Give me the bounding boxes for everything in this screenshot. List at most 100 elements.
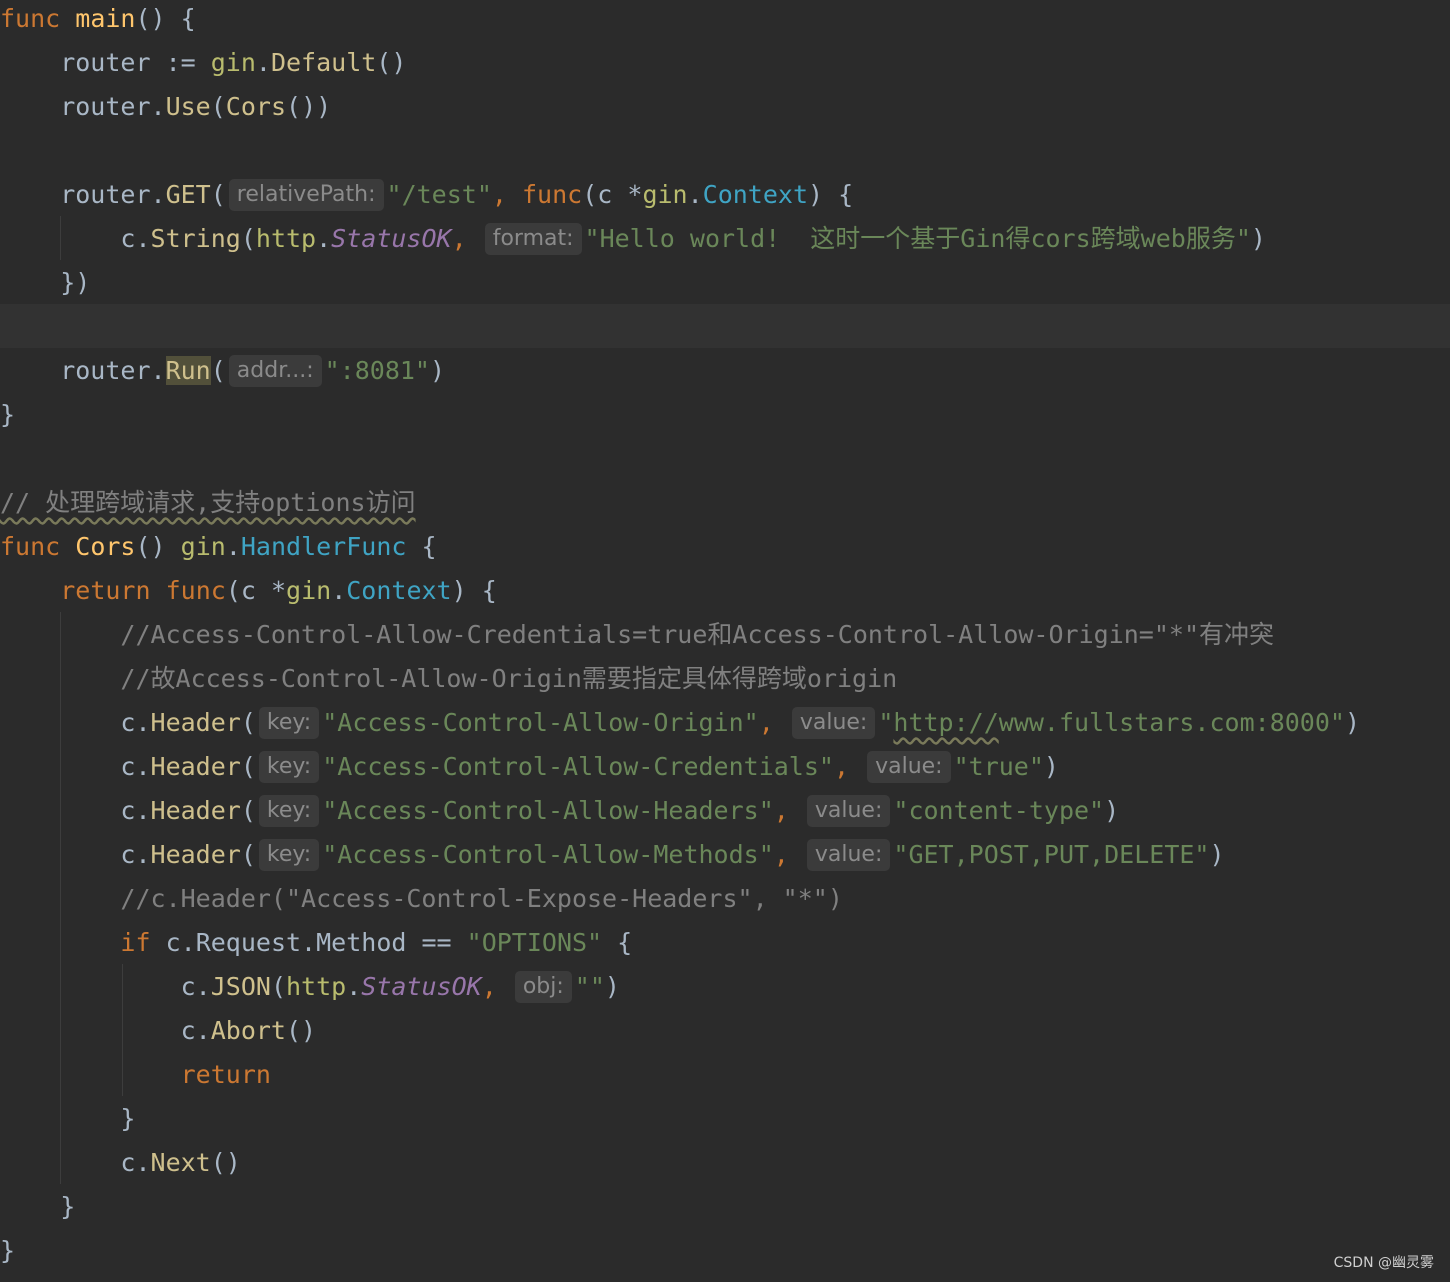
- code-line[interactable]: c.Header(key: "Access-Control-Allow-Origi…: [0, 701, 1450, 745]
- code-line[interactable]: c.String(http.StatusOK, format: "Hello wo…: [0, 217, 1450, 261]
- parameter-hint: value:: [806, 795, 891, 827]
- method-call: String: [150, 224, 241, 253]
- current-line-highlight: [0, 304, 1450, 348]
- code-text: .: [301, 928, 317, 957]
- method-call: Default: [270, 48, 377, 77]
- code-line[interactable]: c.Header(key: "Access-Control-Allow-Crede…: [0, 745, 1450, 789]
- parameter-hint: relativePath:: [228, 179, 384, 211]
- code-text: ): [604, 972, 620, 1001]
- code-text: router.: [0, 92, 166, 121]
- code-line[interactable]: router.Run(addr...: ":8081"): [0, 349, 1450, 393]
- code-line[interactable]: return: [0, 1053, 1450, 1097]
- method-call: Use: [165, 92, 211, 121]
- code-line[interactable]: return func(c *gin.Context) {: [0, 569, 1450, 613]
- parameter-hint: key:: [258, 707, 320, 739]
- keyword: func: [165, 576, 226, 605]
- method-call: Next: [150, 1148, 211, 1177]
- code-text: }: [0, 1192, 76, 1221]
- code-line[interactable]: c.JSON(http.StatusOK, obj: ""): [0, 965, 1450, 1009]
- code-line[interactable]: router.GET(relativePath: "/test", func(c …: [0, 173, 1450, 217]
- code-text: c.: [0, 796, 151, 825]
- code-text: .: [687, 180, 703, 209]
- code-line[interactable]: if c.Request.Method == "OPTIONS" {: [0, 921, 1450, 965]
- field-name: Request: [195, 928, 302, 957]
- method-call: Header: [150, 796, 241, 825]
- code-line[interactable]: func Cors() gin.HandlerFunc {: [0, 525, 1450, 569]
- parameter-hint: value:: [806, 839, 891, 871]
- code-text: }: [0, 1104, 136, 1133]
- parameter-hint: obj:: [514, 971, 572, 1003]
- code-line[interactable]: c.Header(key: "Access-Control-Allow-Metho…: [0, 833, 1450, 877]
- code-text: ,: [451, 224, 482, 253]
- code-text: c.: [0, 840, 151, 869]
- parameter-hint: value:: [791, 707, 876, 739]
- code-text: ): [1209, 840, 1225, 869]
- code-text: c.: [0, 972, 211, 1001]
- code-line[interactable]: //故Access-Control-Allow-Origin需要指定具体得跨域o…: [0, 657, 1450, 701]
- code-text: ()): [286, 92, 332, 121]
- method-call-highlighted: Run: [165, 356, 211, 385]
- code-line[interactable]: router.Use(Cors()): [0, 85, 1450, 129]
- code-text: ,: [758, 708, 789, 737]
- code-text: (: [240, 752, 256, 781]
- code-line[interactable]: }: [0, 1185, 1450, 1229]
- code-line[interactable]: c.Abort(): [0, 1009, 1450, 1053]
- code-text: (c *: [582, 180, 643, 209]
- code-line[interactable]: }: [0, 1229, 1450, 1273]
- code-line[interactable]: //Access-Control-Allow-Credentials=true和…: [0, 613, 1450, 657]
- code-line[interactable]: }: [0, 1097, 1450, 1141]
- string-literal: "content-type": [893, 796, 1105, 825]
- code-line[interactable]: router := gin.Default(): [0, 41, 1450, 85]
- code-text: (: [240, 224, 256, 253]
- code-line[interactable]: func main() {: [0, 0, 1450, 41]
- code-line[interactable]: c.Next(): [0, 1141, 1450, 1185]
- code-text: ): [1344, 708, 1361, 737]
- code-text: .: [255, 48, 271, 77]
- code-text: ): [1250, 224, 1266, 253]
- string-literal: "Access-Control-Allow-Headers": [322, 796, 774, 825]
- code-text: router :=: [0, 48, 211, 77]
- code-text: (: [240, 796, 256, 825]
- code-text: c.: [0, 752, 151, 781]
- string-literal: www.fullstars.com:8000": [998, 708, 1345, 737]
- keyword: if: [120, 928, 151, 957]
- string-literal: ": [878, 708, 894, 737]
- code-line[interactable]: //c.Header("Access-Control-Expose-Header…: [0, 877, 1450, 921]
- keyword: return: [60, 576, 151, 605]
- string-literal: "GET,POST,PUT,DELETE": [893, 840, 1210, 869]
- package-name: gin: [180, 532, 226, 561]
- function-name: Cors: [75, 532, 136, 561]
- string-literal: "/test": [386, 180, 492, 209]
- code-text: ): [1104, 796, 1120, 825]
- code-text: (): [285, 1016, 317, 1045]
- code-line[interactable]: }: [0, 393, 1450, 437]
- code-text: ,: [481, 972, 512, 1001]
- package-name: http: [286, 972, 347, 1001]
- code-text: ,: [773, 840, 804, 869]
- keyword: func: [0, 532, 61, 561]
- code-text: (: [210, 92, 226, 121]
- code-text: c.: [0, 224, 151, 253]
- comment: //故Access-Control-Allow-Origin需要指定具体得跨域o…: [0, 664, 898, 693]
- parameter-hint: key:: [258, 751, 320, 783]
- code-editor[interactable]: func main() { router := gin.Default() ro…: [0, 0, 1450, 1282]
- code-line[interactable]: // 处理跨域请求,支持options访问: [0, 481, 1450, 525]
- code-text: ) {: [451, 576, 497, 605]
- comment: //Access-Control-Allow-Credentials=true和…: [0, 620, 1274, 649]
- string-literal: "Access-Control-Allow-Credentials": [322, 752, 834, 781]
- code-line[interactable]: }): [0, 261, 1450, 305]
- code-text: }: [0, 1236, 16, 1265]
- code-line[interactable]: c.Header(key: "Access-Control-Allow-Heade…: [0, 789, 1450, 833]
- parameter-hint: value:: [867, 751, 951, 783]
- code-text: {: [602, 928, 633, 957]
- code-text: .: [225, 532, 241, 561]
- package-name: gin: [286, 576, 332, 605]
- code-text: .: [331, 576, 347, 605]
- code-text: router.: [0, 180, 166, 209]
- code-text: (: [210, 356, 226, 385]
- code-text: (): [210, 1148, 241, 1177]
- string-literal: "true": [953, 752, 1044, 781]
- code-text: (: [240, 708, 256, 737]
